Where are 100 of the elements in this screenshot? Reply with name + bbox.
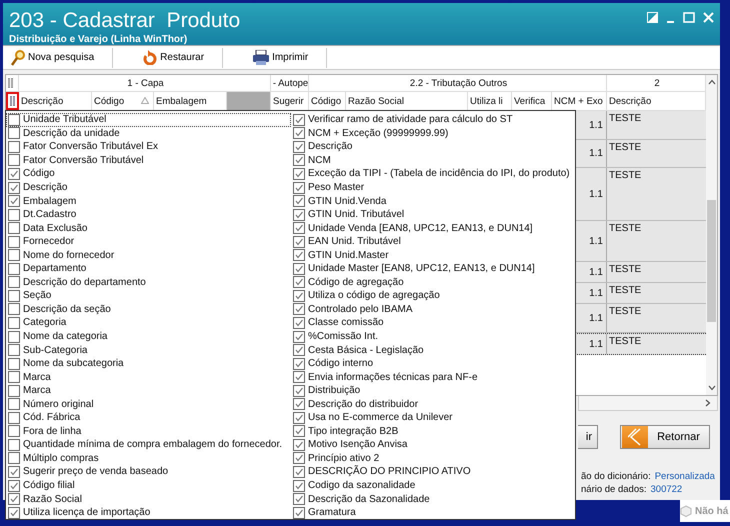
checkbox[interactable] [8,425,20,438]
checkbox[interactable] [8,303,20,316]
column-header[interactable]: Razão Social [348,96,404,106]
column-header[interactable]: NCM + Exo [554,96,603,106]
column-header[interactable]: Descrição [609,96,652,106]
column-option[interactable]: GTIN Unid.Master [308,250,389,261]
checkbox[interactable] [8,371,20,384]
column-option[interactable]: Data Exclusão [23,222,88,234]
column-option[interactable]: Tipo integração B2B [308,426,398,437]
checkbox[interactable] [293,262,305,275]
checkbox[interactable] [8,127,20,140]
column-option[interactable]: Fator Conversão Tributável Ex [23,141,158,152]
checkbox[interactable] [293,425,305,438]
checkbox[interactable] [8,140,20,153]
checkbox[interactable] [293,236,305,248]
checkbox[interactable] [8,493,20,506]
checkbox[interactable] [293,493,305,506]
column-header[interactable]: Embalagem [156,96,207,106]
column-option[interactable]: Categoria [23,317,66,328]
column-option[interactable]: Departamento [23,263,86,274]
column-option[interactable]: Fator Conversão Tributável [23,154,144,166]
checkbox[interactable] [293,466,305,478]
column-option[interactable]: Cód. Fábrica [23,412,80,424]
toolbar-button[interactable]: Restaurar [139,48,224,68]
column-option[interactable]: Descrição do departamento [23,276,146,288]
column-option[interactable]: Nome da subcategoria [23,358,124,370]
checkbox[interactable] [293,438,305,451]
checkbox[interactable] [8,506,20,519]
checkbox[interactable] [8,316,20,329]
checkbox[interactable] [8,438,20,451]
column-option[interactable]: Unidade Tributável [23,114,106,126]
checkbox[interactable] [8,452,20,464]
button[interactable]: ir [578,425,598,449]
column-option[interactable]: GTIN Unid.Venda [308,196,386,207]
column-option[interactable]: Descrição da seção [23,304,111,315]
column-option[interactable]: Dt.Cadastro [23,209,76,220]
horizontal-scrollbar[interactable] [578,396,718,411]
checkbox[interactable] [293,452,305,464]
checkbox[interactable] [8,249,20,262]
checkbox[interactable] [8,344,20,356]
checkbox[interactable] [293,358,305,370]
checkbox[interactable] [293,208,305,221]
maximize-icon[interactable] [683,12,695,23]
checkbox[interactable] [293,182,305,194]
column-option[interactable]: Unidade Venda [EAN8, UPC12, EAN13, e DUN14] [308,222,533,234]
checkbox[interactable] [8,466,20,478]
column-option[interactable]: Usa no E-commerce da Unilever [308,412,452,424]
checkbox[interactable] [293,330,305,343]
column-option[interactable]: EAN Unid. Tributável [308,236,401,248]
column-option[interactable]: Nome da categoria [23,331,108,342]
checkbox[interactable] [293,140,305,153]
checkbox[interactable] [293,303,305,316]
column-option[interactable]: Cesta Básica - Legislação [308,344,424,356]
column-header[interactable]: Sugerir [273,96,304,106]
checkbox[interactable] [293,480,305,492]
column-option[interactable]: Nome do fornecedor [23,250,114,261]
checkbox[interactable] [8,412,20,424]
checkbox[interactable] [293,114,305,126]
checkbox[interactable] [293,222,305,234]
checkbox[interactable] [8,154,20,166]
checkbox[interactable] [293,127,305,140]
column-option[interactable]: Fornecedor [23,236,74,248]
scroll-down-icon[interactable] [708,385,716,391]
checkbox[interactable] [8,222,20,234]
column-option[interactable]: Quantidade mínima de compra embalagem do fornecedor. [23,439,282,450]
column-option[interactable]: Codigo da sazonalidade [308,480,416,492]
column-option[interactable]: Código filial [23,480,75,492]
scroll-right-icon[interactable] [705,399,711,407]
column-option[interactable]: Distribuição [308,385,360,396]
column-option[interactable]: Classe comissão [308,317,384,328]
restore-window-icon[interactable] [647,12,658,23]
checkbox[interactable] [8,290,20,302]
column-header[interactable]: Descrição [21,96,64,106]
toolbar-button[interactable]: Imprimir [249,48,328,68]
column-option[interactable]: Marca [23,372,51,383]
column-option[interactable]: Descrição [23,182,68,193]
toolbar-button[interactable]: Nova pesquisa [7,48,114,68]
column-option[interactable]: Sugerir preço de venda baseado [23,466,168,478]
checkbox[interactable] [293,154,305,166]
checkbox[interactable] [8,168,20,180]
checkbox[interactable] [8,182,20,194]
column-option[interactable]: Peso Master [308,182,364,193]
column-option[interactable]: Código [23,168,55,180]
column-option[interactable]: Envia informações técnicas para NF-e [308,372,478,383]
checkbox[interactable] [8,236,20,248]
checkbox[interactable] [8,208,20,221]
column-option[interactable]: Princípio ativo 2 [308,452,380,464]
column-option[interactable]: Descrição da Sazonalidade [308,494,430,505]
column-option[interactable]: Utiliza licença de importação [23,507,150,518]
column-option[interactable]: Descrição da unidade [23,128,120,139]
column-option[interactable]: Verificar ramo de atividade para cálculo do ST [308,114,513,126]
column-option[interactable]: %Comissão Int. [308,331,378,342]
column-option[interactable]: Seção [23,290,52,302]
checkbox[interactable] [8,480,20,492]
column-option[interactable]: Motivo Isenção Anvisa [308,439,408,450]
column-option[interactable]: DESCRIÇÃO DO PRINCIPIO ATIVO [308,466,471,478]
column-settings-icon[interactable] [8,78,14,88]
checkbox[interactable] [293,316,305,329]
close-icon[interactable] [703,12,714,23]
column-option[interactable]: Controlado pelo IBAMA [308,304,413,315]
